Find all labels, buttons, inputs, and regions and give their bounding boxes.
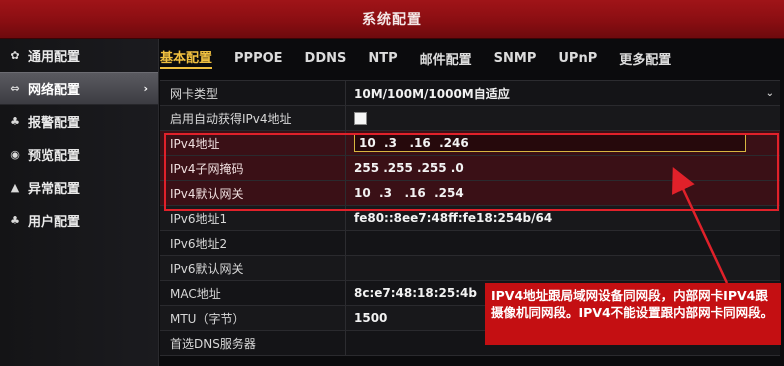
annotation-text: IPV4地址跟局域网设备同网段，内部网卡IPV4跟摄像机同网段。IPV4不能设置… [491, 288, 774, 320]
ipv6-gateway-row: IPv6默认网关 [160, 256, 780, 281]
sidebar-item-user[interactable]: ♣ 用户配置 [0, 204, 158, 237]
mac-address-value: 8c:e7:48:18:25:4b [354, 286, 477, 300]
nic-type-value: 10M/100M/1000M自适应 [354, 86, 510, 101]
ipv6-address2-label: IPv6地址2 [160, 231, 346, 255]
sidebar-item-label: 网络配置 [28, 83, 81, 98]
dns-primary-label: 首选DNS服务器 [160, 331, 346, 355]
chevron-down-icon: ⌄ [765, 87, 774, 99]
tab-pppoe[interactable]: PPPOE [234, 51, 283, 66]
nic-type-label: 网卡类型 [160, 81, 346, 105]
sidebar-item-label: 用户配置 [28, 215, 81, 230]
mtu-value: 1500 [354, 311, 388, 325]
gear-icon: ✿ [10, 49, 20, 62]
tab-bar: 基本配置 PPPOE DDNS NTP 邮件配置 SNMP UPnP 更多配置 [160, 44, 693, 72]
ipv6-gateway-field[interactable] [346, 256, 780, 280]
user-icon: ♣ [10, 214, 20, 227]
window-title: 系统配置 [362, 12, 422, 28]
ipv4-highlight-box [164, 133, 779, 211]
mac-address-label: MAC地址 [160, 281, 346, 305]
sidebar-item-label: 通用配置 [28, 50, 81, 65]
tab-snmp[interactable]: SNMP [494, 51, 537, 66]
sidebar-item-label: 预览配置 [28, 149, 81, 164]
sidebar: ✿ 通用配置 ⇔ 网络配置 › ♣ 报警配置 ◉ 预览配置 ▲ 异常配置 ♣ 用… [0, 39, 159, 366]
network-icon: ⇔ [10, 82, 20, 95]
ipv6-address2-row: IPv6地址2 [160, 231, 780, 256]
sidebar-item-label: 异常配置 [28, 182, 81, 197]
window-titlebar: 系统配置 [0, 0, 784, 39]
preview-icon: ◉ [10, 148, 20, 161]
alarm-icon: ♣ [10, 115, 20, 128]
tab-basic[interactable]: 基本配置 [160, 47, 213, 69]
ipv6-address2-field[interactable] [346, 231, 780, 255]
annotation-callout: IPV4地址跟局域网设备同网段，内部网卡IPV4跟摄像机同网段。IPV4不能设置… [485, 283, 781, 345]
dhcp-checkbox[interactable] [354, 111, 367, 125]
mtu-label: MTU（字节） [160, 306, 346, 330]
sidebar-item-alarm[interactable]: ♣ 报警配置 [0, 105, 158, 138]
tab-ntp[interactable]: NTP [368, 51, 397, 66]
dhcp-label: 启用自动获得IPv4地址 [160, 106, 346, 130]
warning-icon: ▲ [10, 181, 20, 194]
sidebar-item-preview[interactable]: ◉ 预览配置 [0, 138, 158, 171]
ipv6-address1-value: fe80::8ee7:48ff:fe18:254b/64 [354, 211, 553, 225]
sidebar-item-general[interactable]: ✿ 通用配置 [0, 39, 158, 72]
tab-email[interactable]: 邮件配置 [420, 49, 472, 68]
sidebar-item-exception[interactable]: ▲ 异常配置 [0, 171, 158, 204]
sidebar-item-network[interactable]: ⇔ 网络配置 › [0, 72, 158, 105]
tab-more[interactable]: 更多配置 [619, 49, 671, 68]
tab-ddns[interactable]: DDNS [305, 51, 347, 66]
dhcp-row: 启用自动获得IPv4地址 [160, 106, 780, 131]
ipv6-gateway-label: IPv6默认网关 [160, 256, 346, 280]
nic-type-row: 网卡类型 10M/100M/1000M自适应 ⌄ [160, 81, 780, 106]
chevron-right-icon: › [143, 82, 148, 95]
sidebar-item-label: 报警配置 [28, 116, 81, 131]
nic-type-select[interactable]: 10M/100M/1000M自适应 ⌄ [346, 81, 780, 105]
tab-upnp[interactable]: UPnP [558, 51, 597, 66]
